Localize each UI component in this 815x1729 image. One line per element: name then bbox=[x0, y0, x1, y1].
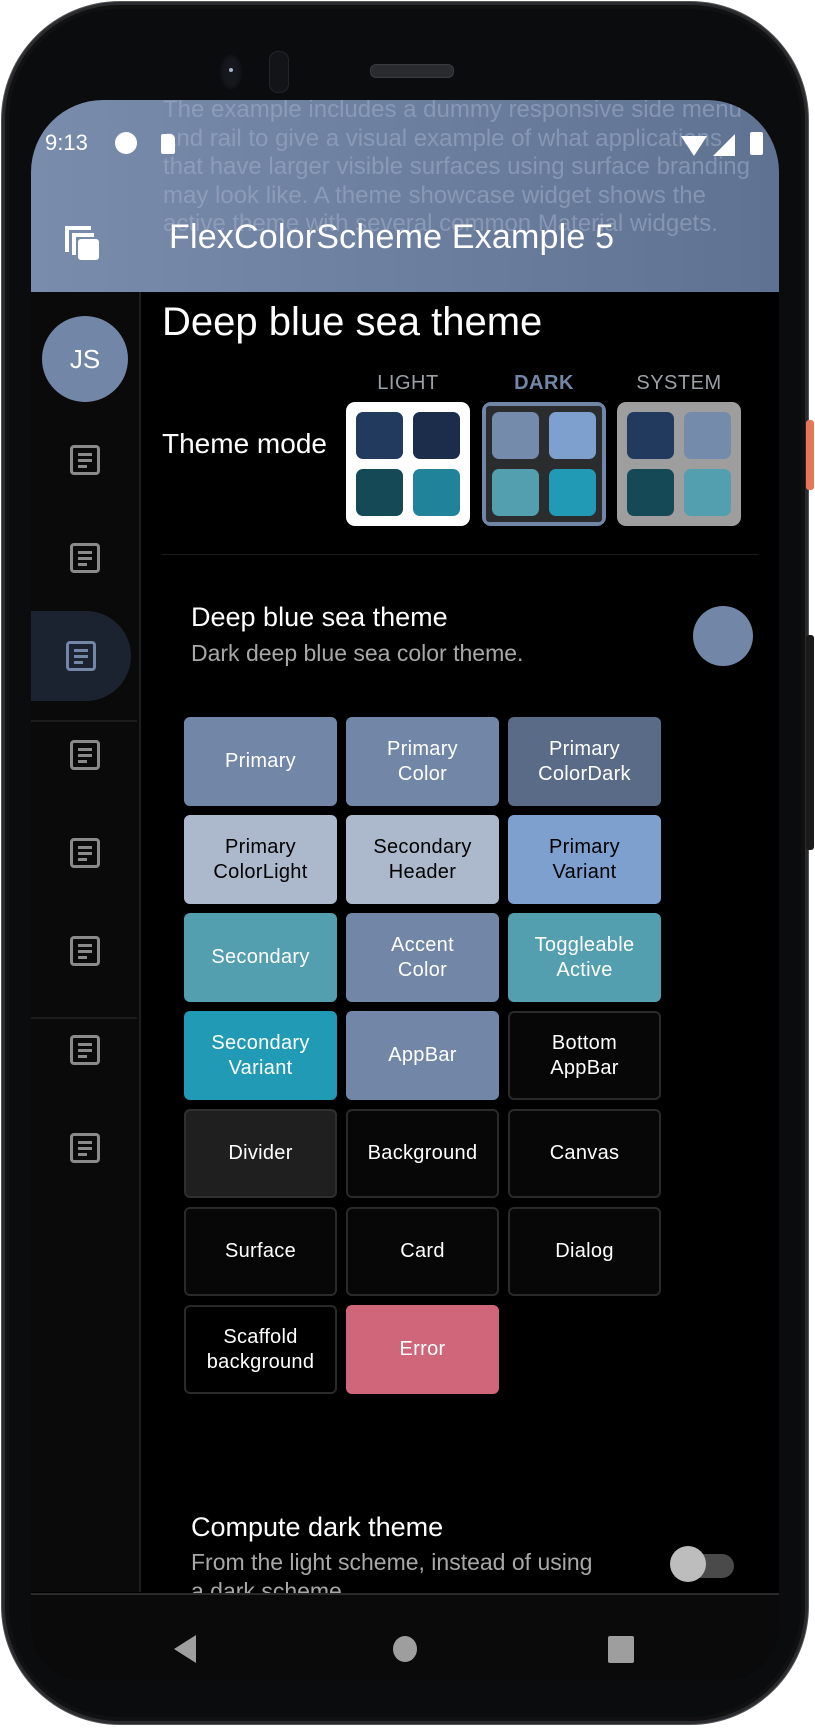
doc-icon bbox=[70, 543, 100, 573]
page-title: Deep blue sea theme bbox=[162, 300, 543, 344]
theme-mode-light-label: LIGHT bbox=[377, 372, 439, 394]
status-bar: 9:13 bbox=[31, 130, 779, 160]
color-tile-toggleable-active[interactable]: Toggleable Active bbox=[508, 913, 661, 1002]
avatar[interactable]: JS bbox=[42, 316, 128, 402]
color-tile-secondary-header[interactable]: Secondary Header bbox=[346, 815, 499, 904]
theme-mode-light[interactable]: LIGHT bbox=[346, 372, 470, 526]
back-icon[interactable] bbox=[174, 1635, 196, 1663]
rail-item-8[interactable] bbox=[31, 1103, 139, 1193]
theme-mode-label: Theme mode bbox=[162, 428, 327, 459]
proximity-sensor bbox=[269, 51, 289, 93]
scheme-title: Deep blue sea theme bbox=[191, 602, 448, 632]
color-tile-divider[interactable]: Divider bbox=[184, 1109, 337, 1198]
copy-layers-menu-icon[interactable] bbox=[63, 224, 101, 262]
color-tile-dialog[interactable]: Dialog bbox=[508, 1207, 661, 1296]
theme-mode-system[interactable]: SYSTEM bbox=[617, 372, 741, 526]
color-swatch bbox=[684, 469, 731, 516]
doc-icon bbox=[70, 838, 100, 868]
color-tile-primary-color[interactable]: Primary Color bbox=[346, 717, 499, 806]
color-tile-accent-color[interactable]: Accent Color bbox=[346, 913, 499, 1002]
power-button[interactable] bbox=[806, 420, 814, 490]
color-tile-scaffold-background[interactable]: Scaffold background bbox=[184, 1305, 337, 1394]
earpiece-speaker bbox=[370, 64, 454, 78]
rail-item-7[interactable] bbox=[31, 1005, 139, 1095]
recents-icon[interactable] bbox=[608, 1636, 634, 1663]
main-content: Deep blue sea theme Theme mode LIGHT DAR… bbox=[141, 292, 779, 1680]
compute-dark-toggle[interactable] bbox=[670, 1546, 736, 1582]
color-tile-surface[interactable]: Surface bbox=[184, 1207, 337, 1296]
color-swatch bbox=[413, 469, 460, 516]
color-tile-error[interactable]: Error bbox=[346, 1305, 499, 1394]
color-tiles-grid: Primary Primary Color Primary ColorDark Pri… bbox=[184, 717, 664, 1394]
doc-icon bbox=[66, 641, 96, 671]
theme-mode-light-preview[interactable] bbox=[346, 402, 470, 526]
color-tile-appbar[interactable]: AppBar bbox=[346, 1011, 499, 1100]
status-time: 9:13 bbox=[45, 130, 88, 155]
color-tile-primary-variant[interactable]: Primary Variant bbox=[508, 815, 661, 904]
battery-icon bbox=[750, 132, 763, 155]
color-tile-secondary[interactable]: Secondary bbox=[184, 913, 337, 1002]
rail-item-5[interactable] bbox=[31, 808, 139, 898]
theme-mode-system-preview[interactable] bbox=[617, 402, 741, 526]
system-navigation-bar bbox=[31, 1593, 779, 1680]
theme-mode-dark-label: DARK bbox=[514, 372, 574, 394]
color-swatch bbox=[492, 469, 539, 516]
color-swatch bbox=[684, 412, 731, 459]
front-camera bbox=[219, 53, 243, 91]
wifi-icon bbox=[681, 136, 707, 156]
divider bbox=[162, 554, 758, 555]
cell-signal-icon bbox=[713, 134, 735, 156]
color-swatch bbox=[356, 412, 403, 459]
navigation-rail: JS bbox=[31, 292, 141, 1592]
doc-icon bbox=[70, 936, 100, 966]
sd-card-icon bbox=[161, 134, 175, 154]
color-tile-primary-colordark[interactable]: Primary ColorDark bbox=[508, 717, 661, 806]
rail-item-4[interactable] bbox=[31, 710, 139, 800]
screen: The example includes a dummy responsive … bbox=[31, 100, 779, 1680]
color-tile-canvas[interactable]: Canvas bbox=[508, 1109, 661, 1198]
color-tile-secondary-variant[interactable]: Secondary Variant bbox=[184, 1011, 337, 1100]
compute-dark-title: Compute dark theme bbox=[191, 1512, 444, 1542]
color-swatch bbox=[627, 469, 674, 516]
theme-mode-dark-preview[interactable] bbox=[482, 402, 606, 526]
home-icon[interactable] bbox=[393, 1636, 417, 1662]
color-swatch bbox=[356, 469, 403, 516]
theme-mode-dark[interactable]: DARK bbox=[482, 372, 606, 526]
color-tile-primary[interactable]: Primary bbox=[184, 717, 337, 806]
color-tile-card[interactable]: Card bbox=[346, 1207, 499, 1296]
scheme-description: Dark deep blue sea color theme. bbox=[191, 640, 524, 666]
app-title: FlexColorScheme Example 5 bbox=[169, 218, 615, 256]
color-swatch bbox=[549, 469, 596, 516]
volume-rocker[interactable] bbox=[806, 635, 814, 850]
doc-icon bbox=[70, 740, 100, 770]
toggle-thumb[interactable] bbox=[670, 1546, 706, 1582]
rail-item-6[interactable] bbox=[31, 906, 139, 996]
doc-icon bbox=[70, 445, 100, 475]
scheme-color-indicator[interactable] bbox=[693, 606, 753, 666]
rail-item-2[interactable] bbox=[31, 513, 139, 603]
color-swatch bbox=[413, 412, 460, 459]
color-swatch bbox=[627, 412, 674, 459]
color-tile-primary-colorlight[interactable]: Primary ColorLight bbox=[184, 815, 337, 904]
color-swatch bbox=[492, 412, 539, 459]
color-tile-bottom-appbar[interactable]: Bottom AppBar bbox=[508, 1011, 661, 1100]
notification-app-icon bbox=[115, 132, 137, 154]
app-bar: The example includes a dummy responsive … bbox=[31, 100, 779, 292]
doc-icon bbox=[70, 1133, 100, 1163]
rail-item-3[interactable] bbox=[31, 611, 131, 701]
color-tile-background[interactable]: Background bbox=[346, 1109, 499, 1198]
color-swatch bbox=[549, 412, 596, 459]
rail-item-1[interactable] bbox=[31, 415, 139, 505]
doc-icon bbox=[70, 1035, 100, 1065]
theme-mode-system-label: SYSTEM bbox=[636, 372, 722, 394]
